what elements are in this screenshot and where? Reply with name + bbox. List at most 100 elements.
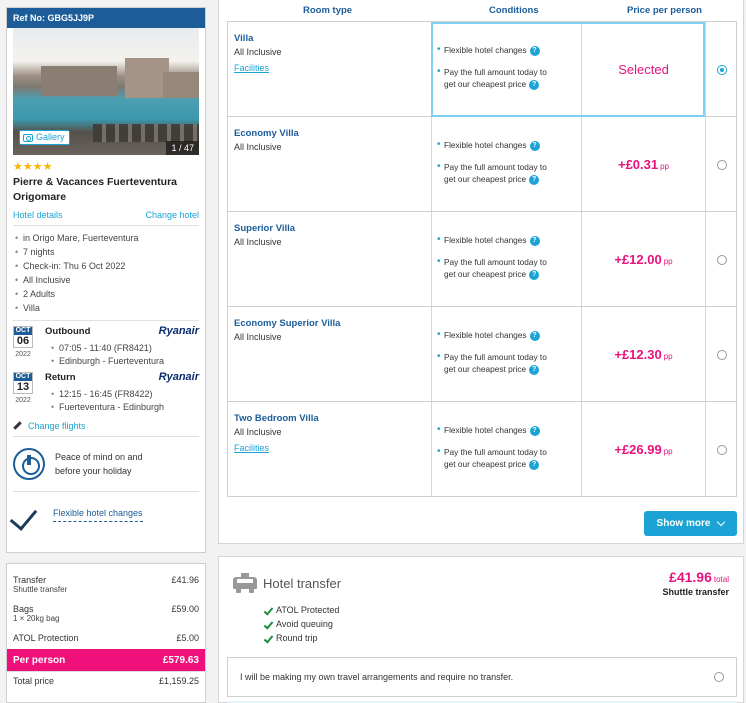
hotel-details-link[interactable]: Hotel details [13,210,63,220]
table-row[interactable]: Villa All Inclusive Facilities Flexible … [227,21,737,117]
room-board: All Inclusive [234,142,282,152]
selected-label: Selected [618,62,669,77]
room-price: +£26.99 pp [582,442,705,457]
info-icon[interactable]: ? [529,45,540,56]
header-conditions: Conditions [489,5,539,16]
list-item: Check-in: Thu 6 Oct 2022 [15,259,199,273]
facilities-link[interactable]: Facilities [234,63,269,73]
table-row[interactable]: Superior Villa All Inclusive Flexible ho… [227,211,737,307]
peace-of-mind: Peace of mind on and before your holiday [13,442,199,486]
pp-label: pp [660,162,670,171]
info-icon[interactable]: ? [529,330,540,341]
condition-text: get our cheapest price [444,364,527,374]
condition-text: Pay the full amount today to [444,447,547,457]
room-name: Superior Villa [234,223,296,234]
room-price: +£12.30 pp [582,347,705,362]
condition-text: Pay the full amount today to [444,352,547,362]
condition-text: Pay the full amount today to [444,257,547,267]
room-name: Economy Superior Villa [234,318,341,329]
show-more-button[interactable]: Show more [644,511,737,536]
calendar-month: OCT [14,327,32,335]
info-icon[interactable]: ? [529,140,540,151]
bags-sub: 1 × 20kg bag [13,614,60,623]
flexible-hotel-changes-link[interactable]: Flexible hotel changes [53,508,143,522]
divider [13,436,199,437]
total-price-value: £1,159.25 [158,676,199,686]
hotel-photo[interactable]: Gallery 1 / 47 [13,28,199,155]
show-more-label: Show more [656,518,711,529]
calendar-day: 06 [16,335,30,347]
room-board: All Inclusive [234,332,282,342]
no-transfer-option[interactable]: I will be making my own travel arrangeme… [227,657,737,697]
flight-title: Outbound [45,326,91,337]
divider [13,225,199,226]
room-name: Economy Villa [234,128,299,139]
transfer-total-label: total [713,575,729,584]
hotel-summary-card: Ref No: GBG5JJ9P Gallery 1 / 47 ★★★★ Pie… [6,7,206,553]
divider [13,491,199,492]
price-amount: +£0.31 [617,157,659,172]
info-icon[interactable]: ? [529,174,540,185]
table-row[interactable]: Economy Villa All Inclusive Flexible hot… [227,116,737,212]
info-icon[interactable]: ? [529,364,540,375]
transfer-price: £41.96 total [669,569,729,585]
room-radio[interactable] [717,160,727,170]
list-item: Villa [15,301,199,315]
info-icon[interactable]: ? [529,425,540,436]
table-row[interactable]: Economy Superior Villa All Inclusive Fle… [227,306,737,402]
flight-time: 07:05 - 11:40 (FR8421) [51,342,164,355]
room-selection-panel: Room type Conditions Price per person Vi… [218,0,744,544]
no-transfer-radio[interactable] [714,672,724,682]
per-person-price: Per person £579.63 [7,649,205,671]
condition-text: Flexible hotel changes [444,140,527,150]
photo-building [41,66,117,96]
condition-text: get our cheapest price [444,79,527,89]
list-item: All Inclusive [15,273,199,287]
list-item: 7 nights [15,245,199,259]
flight-title: Return [45,372,76,383]
gallery-label: Gallery [36,132,65,142]
room-board: All Inclusive [234,237,282,247]
info-icon[interactable]: ? [529,79,540,90]
info-icon[interactable]: ? [529,459,540,470]
list-item: in Origo Mare, Fuerteventura [15,231,199,245]
flight-route: Fuerteventura - Edinburgh [51,401,164,414]
room-radio[interactable] [717,65,727,75]
gallery-button[interactable]: Gallery [19,130,70,145]
outbound-flight: OCT 06 2022 Outbound Ryanair 07:05 - 11:… [13,325,199,372]
info-icon[interactable]: ? [529,235,540,246]
flight-time: 12:15 - 16:45 (FR8422) [51,388,164,401]
transfer-value: £41.96 [171,575,199,585]
change-hotel-link[interactable]: Change hotel [145,210,199,220]
list-item: Round trip [263,631,339,645]
table-row[interactable]: Two Bedroom Villa All Inclusive Faciliti… [227,401,737,497]
room-radio[interactable] [717,350,727,360]
price-amount: +£12.00 [614,252,662,267]
facilities-link[interactable]: Facilities [234,443,269,453]
change-flights-link[interactable]: Change flights [28,421,86,431]
room-radio[interactable] [717,445,727,455]
taxi-icon [233,573,257,593]
room-radio[interactable] [717,255,727,265]
check-icon [263,634,272,643]
condition-text: get our cheapest price [444,459,527,469]
condition-text: get our cheapest price [444,174,527,184]
per-person-value: £579.63 [162,654,199,666]
change-flights-row[interactable]: Change flights [13,421,199,431]
transfer-type: Shuttle transfer [662,587,729,597]
photo-loungers [93,124,199,142]
room-name: Villa [234,33,254,44]
condition-text: get our cheapest price [444,269,527,279]
photo-counter: 1 / 47 [166,141,199,155]
bags-label: Bags [13,604,34,614]
airline-logo: Ryanair [158,325,199,337]
photo-building [163,72,199,98]
abta-logo-icon [13,448,45,480]
bags-value: £59.00 [171,604,199,614]
calendar-icon: OCT 06 [13,326,33,348]
holiday-details-list: in Origo Mare, Fuerteventura 7 nights Ch… [15,231,199,315]
list-item: 2 Adults [15,287,199,301]
info-icon[interactable]: ? [529,269,540,280]
booking-reference: Ref No: GBG5JJ9P [7,8,205,28]
price-amount: +£26.99 [614,442,662,457]
